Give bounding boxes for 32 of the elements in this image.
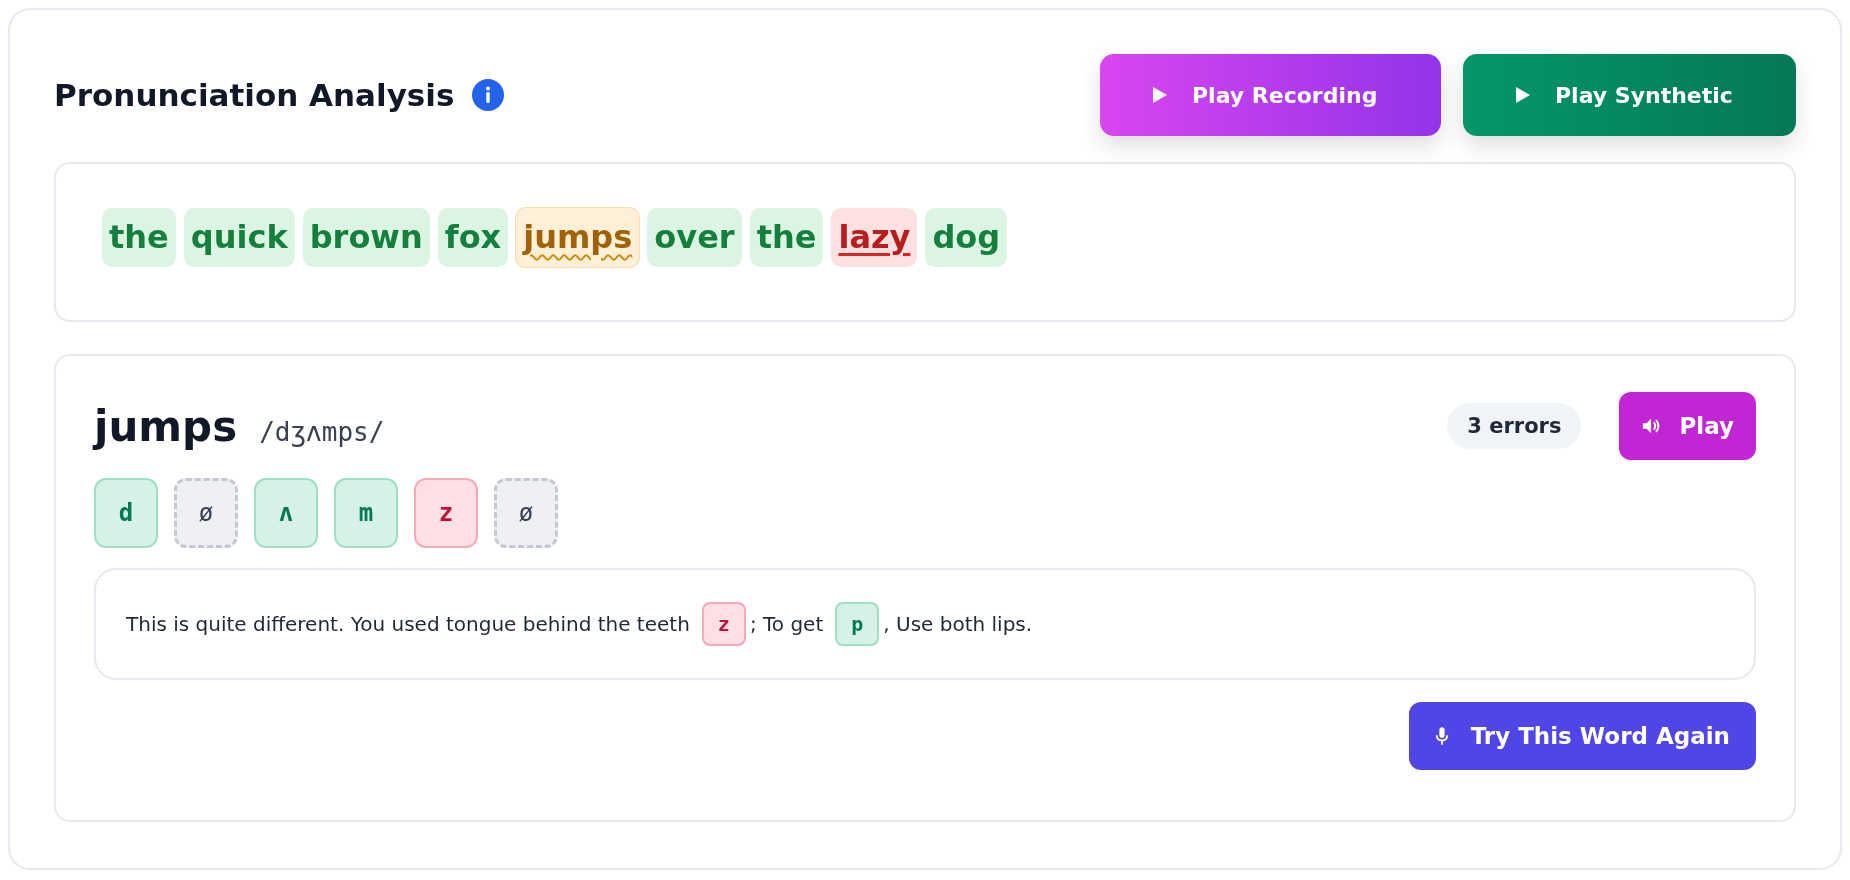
phoneme-chip: z: [701, 602, 746, 646]
phoneme-chip: z: [414, 478, 478, 548]
word-chip[interactable]: lazy: [831, 208, 918, 267]
word-heading: jumps: [94, 401, 238, 451]
word-chip[interactable]: the: [102, 208, 176, 267]
feedback-text: , Use both lips.: [883, 612, 1033, 636]
phoneme-chip: d: [94, 478, 158, 548]
play-recording-button[interactable]: Play Recording: [1100, 54, 1441, 136]
word-chip[interactable]: the: [749, 208, 824, 267]
play-button[interactable]: Play: [1619, 392, 1756, 460]
play-icon: [1152, 86, 1168, 104]
ipa-transcription: /dʒʌmps/: [259, 416, 385, 447]
panel-title: Pronunciation Analysis: [54, 77, 455, 113]
error-count-badge: 3 errors: [1447, 403, 1582, 449]
microphone-icon: [1434, 726, 1449, 746]
word-chip[interactable]: dog: [925, 208, 1008, 267]
phoneme-chip: m: [334, 478, 398, 548]
word-chip[interactable]: brown: [302, 208, 430, 267]
word-chip[interactable]: fox: [437, 208, 509, 267]
play-icon: [1515, 86, 1531, 104]
word-chip[interactable]: quick: [183, 208, 295, 267]
phoneme-chip: ø: [174, 478, 238, 548]
phoneme-chip: ø: [494, 478, 558, 548]
feedback-text: ; To get: [749, 612, 824, 636]
try-again-button[interactable]: Try This Word Again: [1408, 702, 1756, 770]
phoneme-chip: p: [835, 602, 880, 646]
info-icon: [472, 79, 505, 111]
phoneme-chip: ʌ: [254, 478, 318, 548]
feedback-text: This is quite different. You used tongue behind the teeth: [126, 612, 690, 636]
play-synthetic-button[interactable]: Play Synthetic: [1463, 54, 1796, 136]
word-chip[interactable]: jumps: [516, 208, 640, 267]
word-chip[interactable]: over: [647, 208, 742, 267]
